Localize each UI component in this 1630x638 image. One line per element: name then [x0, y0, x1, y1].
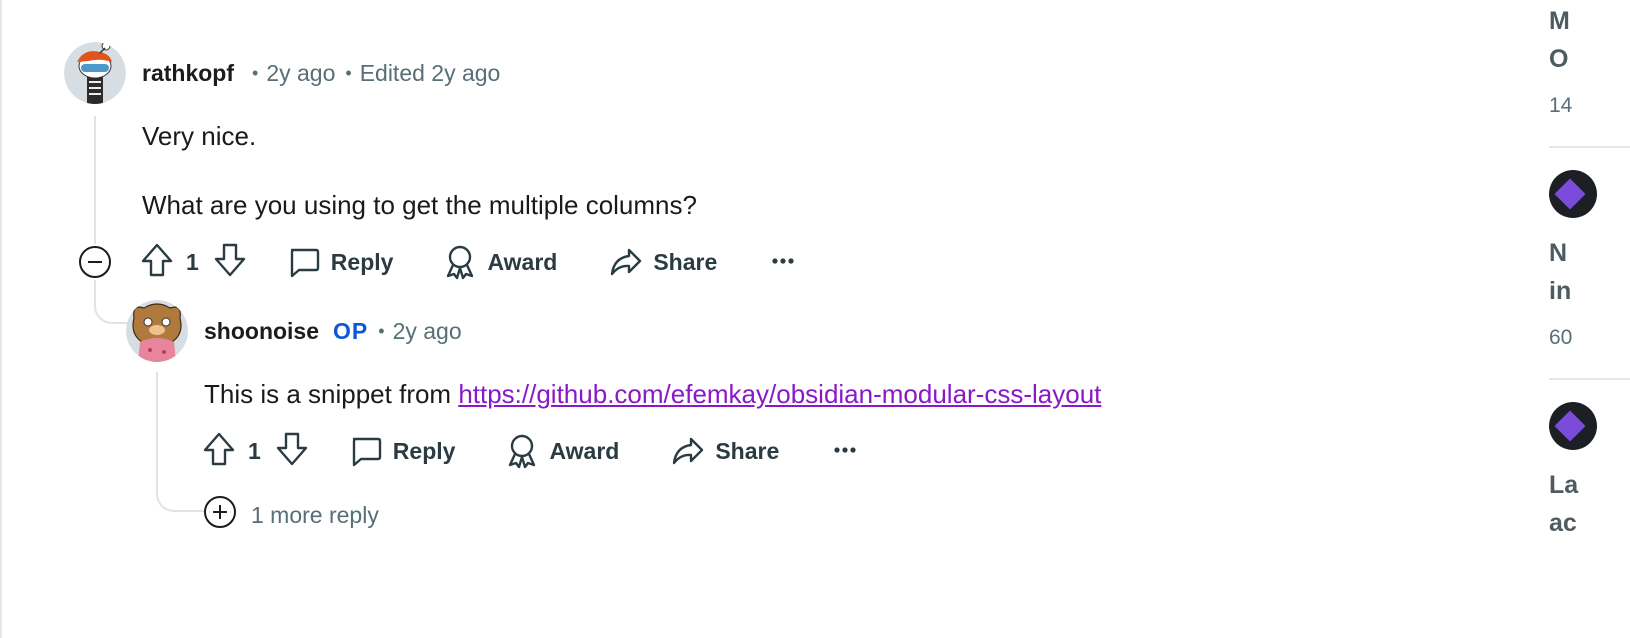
comment-header: shoonoise OP • 2y ago [204, 318, 462, 345]
comment-body-line: What are you using to get the multiple c… [142, 190, 697, 220]
separator-dot: • [345, 63, 352, 83]
comment-body-text: This is a snippet from [204, 379, 459, 409]
reply-button[interactable]: Reply [349, 434, 456, 468]
award-button[interactable]: Award [443, 244, 557, 280]
comment-icon [287, 245, 321, 279]
comment-actions: 1 Reply Award Share [202, 431, 857, 471]
comment-age[interactable]: 2y ago [393, 318, 462, 345]
more-icon[interactable] [771, 253, 795, 271]
award-label: Award [549, 437, 620, 464]
author-name[interactable]: rathkopf [142, 60, 234, 87]
sidebar-post-2[interactable]: N in 60 [1549, 234, 1630, 350]
award-icon [505, 433, 539, 469]
community-icon[interactable] [1549, 402, 1597, 450]
comment-icon [349, 434, 383, 468]
comment-age[interactable]: 2y ago [266, 60, 335, 87]
left-border [0, 0, 2, 638]
avatar[interactable] [126, 300, 188, 362]
sidebar-post-title: M [1549, 7, 1570, 35]
sidebar-divider [1549, 146, 1630, 148]
share-button[interactable]: Share [609, 245, 717, 279]
downvote-icon[interactable] [213, 242, 247, 283]
downvote-icon[interactable] [275, 431, 309, 472]
upvote-icon[interactable] [140, 242, 174, 283]
more-replies-button[interactable]: 1 more reply [203, 495, 379, 535]
thread-curve-more [156, 372, 204, 512]
collapse-icon[interactable] [78, 245, 112, 284]
vote-count: 1 [248, 437, 261, 464]
sidebar-post-1[interactable]: M O 14 [1549, 2, 1630, 118]
comment-header: rathkopf • 2y ago • Edited 2y ago [142, 60, 500, 87]
more-replies-label: 1 more reply [251, 501, 379, 528]
edited-label: Edited 2y ago [359, 60, 501, 86]
share-label: Share [653, 248, 718, 275]
separator-dot: • [378, 321, 385, 341]
community-icon[interactable] [1549, 170, 1597, 218]
comment-body: This is a snippet from https://github.co… [204, 377, 1101, 411]
vote-count: 1 [186, 248, 199, 275]
sidebar-divider [1549, 378, 1630, 380]
avatar[interactable] [64, 42, 126, 104]
github-link[interactable]: https://github.com/efemkay/obsidian-modu… [458, 379, 1101, 409]
award-label: Award [487, 248, 558, 275]
share-icon [671, 434, 705, 468]
sidebar-post-meta: 14 [1549, 94, 1573, 117]
sidebar-post-title: O [1549, 45, 1569, 73]
thread-line-root [94, 116, 96, 244]
share-button[interactable]: Share [671, 434, 779, 468]
award-button[interactable]: Award [505, 433, 619, 469]
award-icon [443, 244, 477, 280]
sidebar-post-meta: 60 [1549, 326, 1573, 349]
reply-button[interactable]: Reply [287, 245, 394, 279]
more-icon[interactable] [833, 442, 857, 460]
sidebar-post-title: La [1549, 471, 1579, 499]
sidebar-post-title: in [1549, 277, 1572, 305]
op-badge: OP [333, 318, 369, 344]
upvote-icon[interactable] [202, 431, 236, 472]
share-icon [609, 245, 643, 279]
comment-body-line: Very nice. [142, 121, 257, 151]
thread-curve-reply [94, 290, 132, 324]
comment-actions: 1 Reply Award Share [140, 242, 795, 282]
share-label: Share [715, 437, 780, 464]
reply-label: Reply [330, 248, 394, 275]
expand-icon [203, 495, 237, 535]
reply-label: Reply [392, 437, 456, 464]
author-name[interactable]: shoonoise [204, 318, 319, 345]
separator-dot: • [252, 63, 259, 83]
sidebar-post-title: N [1549, 239, 1568, 267]
sidebar-post-title: ac [1549, 509, 1577, 537]
sidebar-post-3[interactable]: La ac [1549, 466, 1630, 542]
